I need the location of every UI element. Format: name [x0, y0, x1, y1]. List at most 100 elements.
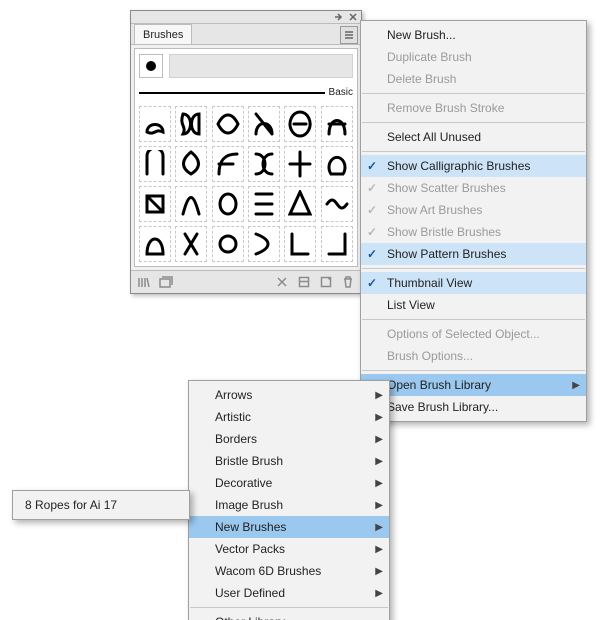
flyout-menu-item[interactable]: New Brush...: [361, 24, 586, 46]
brush-thumbnail[interactable]: [212, 186, 244, 222]
brush-thumbnail[interactable]: [175, 146, 207, 182]
menu-item-label: Show Calligraphic Brushes: [387, 159, 530, 173]
brush-thumbnail[interactable]: [248, 146, 280, 182]
panel-footer: [131, 270, 361, 293]
brush-thumbnail[interactable]: [212, 226, 244, 262]
panel-tabbar: Brushes: [131, 24, 361, 45]
menu-separator: [190, 607, 388, 608]
library-menu-item[interactable]: User Defined ▶: [189, 582, 389, 604]
library-menu-item[interactable]: Decorative▶: [189, 472, 389, 494]
menu-item-label: New Brush...: [387, 28, 456, 42]
menu-item-label: Select All Unused: [387, 130, 481, 144]
tab-brushes[interactable]: Brushes: [134, 24, 192, 44]
submenu-arrow-icon: ▶: [572, 380, 580, 391]
brush-thumbnail[interactable]: [175, 226, 207, 262]
menu-separator: [362, 319, 585, 320]
submenu-arrow-icon: ▶: [375, 588, 383, 599]
flyout-menu-item[interactable]: ✓Thumbnail View: [361, 272, 586, 294]
brush-thumbnail[interactable]: [175, 106, 207, 142]
close-icon[interactable]: [347, 12, 359, 22]
submenu-arrow-icon: ▶: [375, 566, 383, 577]
library-menu-item[interactable]: Arrows ▶: [189, 384, 389, 406]
menu-item-label: Bristle Brush: [215, 454, 283, 468]
panel-flyout-button[interactable]: [340, 26, 358, 44]
library-menu-item[interactable]: Artistic▶: [189, 406, 389, 428]
flyout-menu-item[interactable]: List View: [361, 294, 586, 316]
section-divider: Basic: [139, 87, 353, 98]
brush-thumbnail[interactable]: [248, 106, 280, 142]
stroke-preview: [169, 54, 353, 78]
brush-thumbnail[interactable]: [139, 146, 171, 182]
flyout-menu-item: Remove Brush Stroke: [361, 97, 586, 119]
flyout-menu-item: Duplicate Brush: [361, 46, 586, 68]
library-menu-item[interactable]: New Brushes▶: [189, 516, 389, 538]
libraries-icon[interactable]: [159, 275, 173, 289]
brush-thumbnail[interactable]: [139, 186, 171, 222]
flyout-menu-item[interactable]: Save Brush Library...: [361, 396, 586, 418]
library-leaf-item[interactable]: 8 Ropes for Ai 17: [13, 494, 189, 516]
menu-item-label: Thumbnail View: [387, 276, 472, 290]
library-menu-item[interactable]: Borders▶: [189, 428, 389, 450]
flyout-menu-item: Brush Options...: [361, 345, 586, 367]
new-brush-icon[interactable]: [319, 275, 333, 289]
current-brush-swatch[interactable]: [139, 54, 163, 78]
check-icon: ✓: [367, 181, 381, 195]
brush-thumbnail[interactable]: [321, 146, 353, 182]
menu-item-label: Open Brush Library: [387, 378, 491, 392]
check-icon: ✓: [367, 247, 381, 261]
menu-item-label: Options of Selected Object...: [387, 327, 540, 341]
menu-item-label: Arrows: [215, 388, 252, 402]
remove-stroke-icon[interactable]: [275, 275, 289, 289]
library-menu-item[interactable]: Image Brush▶: [189, 494, 389, 516]
menu-item-label: Show Art Brushes: [387, 203, 482, 217]
brush-thumbnail[interactable]: [321, 186, 353, 222]
brush-thumbnail[interactable]: [321, 106, 353, 142]
brush-thumbnail[interactable]: [284, 106, 316, 142]
flyout-menu-item: ✓Show Bristle Brushes: [361, 221, 586, 243]
library-menu-item[interactable]: Other Library...: [189, 611, 389, 620]
brush-thumbnail[interactable]: [248, 226, 280, 262]
flyout-menu-item[interactable]: ✓ Show Calligraphic Brushes: [361, 155, 586, 177]
menu-item-label: Borders: [215, 432, 257, 446]
divider-line: [139, 92, 325, 94]
menu-separator: [362, 151, 585, 152]
library-menu-item[interactable]: Bristle Brush▶: [189, 450, 389, 472]
brush-thumbnail[interactable]: [284, 146, 316, 182]
brush-thumbnail[interactable]: [212, 106, 244, 142]
flyout-menu-item: Delete Brush: [361, 68, 586, 90]
collapse-icon[interactable]: [333, 12, 345, 22]
submenu-arrow-icon: ▶: [375, 478, 383, 489]
library-menu-item[interactable]: Wacom 6D Brushes▶: [189, 560, 389, 582]
flyout-menu-item: ✓Show Scatter Brushes: [361, 177, 586, 199]
menu-item-label: 8 Ropes for Ai 17: [25, 498, 117, 512]
menu-item-label: Image Brush: [215, 498, 283, 512]
library-menu-item[interactable]: Vector Packs▶: [189, 538, 389, 560]
brush-thumbnail[interactable]: [248, 186, 280, 222]
menu-item-label: Save Brush Library...: [387, 400, 498, 414]
menu-item-label: Show Pattern Brushes: [387, 247, 506, 261]
brush-thumbnail[interactable]: [139, 106, 171, 142]
menu-item-label: User Defined: [215, 586, 285, 600]
options-icon[interactable]: [297, 275, 311, 289]
brush-thumbnail[interactable]: [139, 226, 171, 262]
flyout-menu-item: Options of Selected Object...: [361, 323, 586, 345]
current-brush-row: [139, 53, 353, 79]
menu-item-label: List View: [387, 298, 435, 312]
check-icon: ✓: [367, 203, 381, 217]
flyout-menu-item[interactable]: Select All Unused: [361, 126, 586, 148]
menu-separator: [362, 370, 585, 371]
brush-thumbnail[interactable]: [212, 146, 244, 182]
brush-thumbnail[interactable]: [321, 226, 353, 262]
flyout-menu-item[interactable]: Open Brush Library ▶: [361, 374, 586, 396]
submenu-arrow-icon: ▶: [375, 412, 383, 423]
flyout-menu-item[interactable]: ✓ Show Pattern Brushes: [361, 243, 586, 265]
submenu-arrow-icon: ▶: [375, 390, 383, 401]
library-menu-icon[interactable]: [137, 275, 151, 289]
brush-thumbnail[interactable]: [175, 186, 207, 222]
brush-thumbnail[interactable]: [284, 186, 316, 222]
check-icon: ✓: [367, 159, 381, 173]
delete-icon[interactable]: [341, 275, 355, 289]
brush-thumbnail[interactable]: [284, 226, 316, 262]
menu-item-label: Brush Options...: [387, 349, 473, 363]
brushes-panel: Brushes Basic: [130, 10, 362, 294]
